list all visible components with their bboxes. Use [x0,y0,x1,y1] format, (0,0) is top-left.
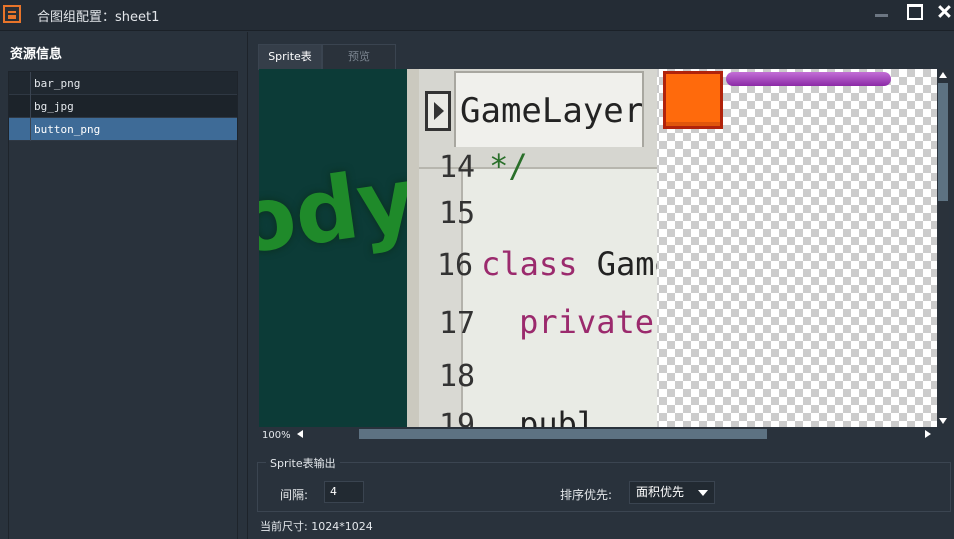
vertical-scrollbar[interactable] [937,69,949,427]
code-line-text: GameLayer [596,245,657,283]
sprite-output-group: Sprite表输出 间隔: 4 排序优先: 面积优先 [257,455,951,512]
resource-item-bar-png[interactable]: bar_png [9,72,237,95]
app-icon [3,5,21,23]
current-size-label: 当前尺寸: 1024*1024 [260,520,373,533]
sprite-bg-jpg: ody! GameLayer.ts X 14 */ 15 16class Game… [259,69,657,427]
sprite-button-png [663,71,723,129]
minimize-icon[interactable] [866,0,896,30]
scroll-up-icon[interactable] [939,72,947,78]
code-line-number: 14 [439,150,476,185]
code-line-number: 17 [439,306,476,341]
tab-sprite-sheet[interactable]: Sprite表 [258,44,322,70]
sprite-sheet-canvas[interactable]: ody! GameLayer.ts X 14 */ 15 16class Game… [259,69,937,427]
sort-priority-select[interactable]: 面积优先 [629,481,715,504]
code-keyword: private stat [519,303,657,341]
title-bar: 合图组配置：sheet1 [0,0,954,31]
zoom-level: 100% [262,430,291,441]
sprite-sheet-panel: Sprite表 预览 ody! GameLayer.ts X 14 */ 15 1… [249,32,954,539]
code-keyword: class [481,245,578,283]
code-line-number: 16 [437,248,474,283]
vertical-scroll-thumb[interactable] [938,83,948,201]
code-line-number: 15 [439,196,476,231]
bg-green-text: ody! [259,141,462,275]
tab-preview[interactable]: 预览 [322,44,396,70]
maximize-icon[interactable] [899,0,929,30]
resource-panel: 资源信息 bar_png bg_jpg button_png [0,32,248,539]
sort-priority-value: 面积优先 [636,485,685,499]
close-icon[interactable] [930,0,954,30]
sprite-bar-png [726,72,891,86]
play-icon [425,91,451,131]
sprite-output-legend: Sprite表输出 [266,455,340,471]
resource-list[interactable]: bar_png bg_jpg button_png [8,71,238,539]
code-line-text: publ [519,405,597,427]
window-title: 合图组配置：sheet1 [37,10,160,25]
bg-editor-tab-title: GameLayer.ts X [454,71,644,147]
code-line-text: */ [489,147,528,185]
spacing-label: 间隔: [280,488,309,502]
horizontal-scroll-thumb[interactable] [359,429,767,439]
code-line-number: 19 [439,408,476,427]
resource-item-bg-jpg[interactable]: bg_jpg [9,95,237,118]
scroll-right-icon[interactable] [925,430,931,438]
resource-panel-title: 资源信息 [10,47,63,62]
spacing-input[interactable]: 4 [324,481,364,503]
bg-editor-border [407,69,419,427]
code-line-number: 18 [439,359,476,394]
chevron-down-icon [698,490,708,496]
scroll-down-icon[interactable] [939,418,947,424]
resource-item-button-png[interactable]: button_png [9,118,237,141]
scroll-left-icon[interactable] [297,430,303,438]
sort-priority-label: 排序优先: [560,488,613,502]
horizontal-scrollbar[interactable] [295,428,937,440]
